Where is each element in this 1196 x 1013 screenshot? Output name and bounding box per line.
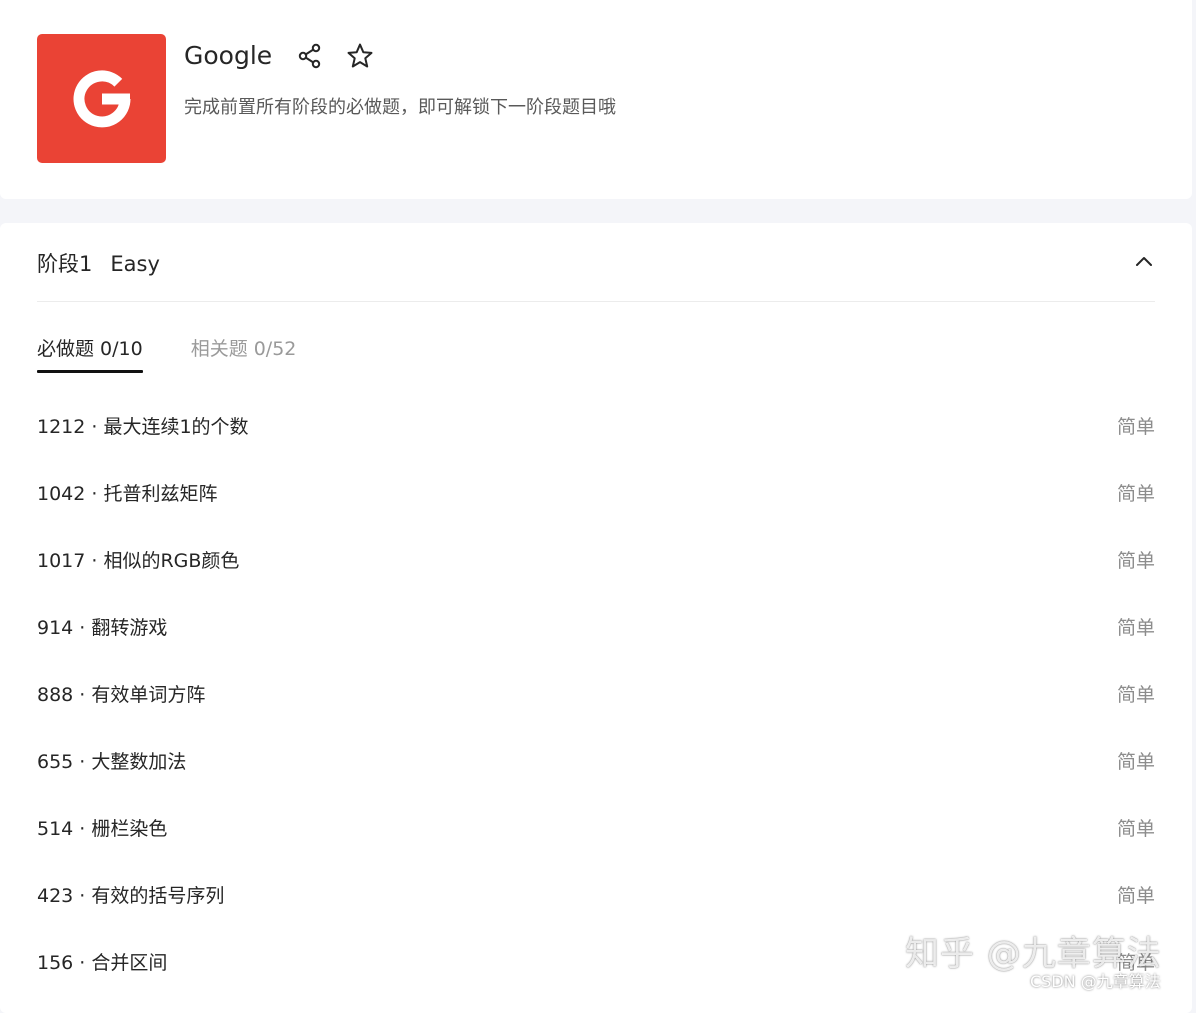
stage-card: 阶段1 Easy 必做题 0/10 相关题 0/52 1212 · 最大连续1的个数 … (0, 223, 1192, 1013)
problem-row[interactable]: 1042 · 托普利兹矩阵 简单 (37, 459, 1155, 526)
csdn-watermark: CSDN @九章算法 (1030, 972, 1161, 991)
tab-label: 必做题 (37, 338, 95, 360)
problem-name[interactable]: 1017 · 相似的RGB颜色 (37, 546, 239, 573)
problem-difficulty: 简单 (1116, 818, 1155, 840)
share-icon (298, 43, 321, 69)
company-title: Google (184, 41, 273, 70)
problem-difficulty: 简单 (1116, 550, 1155, 572)
problem-difficulty: 简单 (1116, 751, 1155, 773)
problem-row[interactable]: 423 · 有效的括号序列 简单 (37, 861, 1155, 928)
company-subtitle: 完成前置所有阶段的必做题，即可解锁下一阶段题目哦 (184, 97, 616, 118)
company-header-card: Google 完成前置所有阶段的必做题，即可解锁下一阶段题目哦 (0, 0, 1192, 199)
stage-title: 阶段1 Easy (37, 247, 160, 281)
tab-required[interactable]: 必做题 0/10 (37, 335, 143, 373)
problem-row[interactable]: 655 · 大整数加法 简单 (37, 727, 1155, 794)
problem-row[interactable]: 1212 · 最大连续1的个数 简单 (37, 392, 1155, 459)
problem-difficulty: 简单 (1116, 416, 1155, 438)
stage-level: Easy (110, 252, 160, 276)
tab-related[interactable]: 相关题 0/52 (191, 335, 297, 373)
tab-count: 0/10 (100, 338, 143, 360)
problem-difficulty: 简单 (1116, 684, 1155, 706)
problem-difficulty: 简单 (1116, 483, 1155, 505)
tab-count: 0/52 (253, 338, 297, 360)
problem-row[interactable]: 888 · 有效单词方阵 简单 (37, 660, 1155, 727)
tab-label: 相关题 (190, 338, 248, 360)
problem-name[interactable]: 1212 · 最大连续1的个数 (37, 412, 249, 439)
problem-name[interactable]: 423 · 有效的括号序列 (37, 881, 224, 908)
problem-difficulty: 简单 (1116, 617, 1155, 639)
stage-header[interactable]: 阶段1 Easy (37, 223, 1155, 302)
problem-name[interactable]: 888 · 有效单词方阵 (37, 680, 205, 707)
problem-tabs: 必做题 0/10 相关题 0/52 (37, 335, 344, 373)
google-g-icon (73, 69, 130, 127)
collapse-button[interactable] (1133, 251, 1155, 273)
star-icon (347, 43, 373, 68)
problem-name[interactable]: 156 · 合并区间 (37, 948, 167, 975)
problem-name[interactable]: 514 · 栅栏染色 (37, 814, 167, 841)
problem-difficulty: 简单 (1116, 885, 1155, 907)
problem-name[interactable]: 914 · 翻转游戏 (37, 613, 167, 640)
problem-row[interactable]: 1017 · 相似的RGB颜色 简单 (37, 526, 1155, 593)
problem-row[interactable]: 514 · 栅栏染色 简单 (37, 794, 1155, 861)
problem-row[interactable]: 914 · 翻转游戏 简单 (37, 593, 1155, 660)
chevron-up-icon (1136, 257, 1152, 266)
stage-name: 阶段1 (37, 252, 93, 276)
problem-name[interactable]: 655 · 大整数加法 (37, 747, 186, 774)
google-logo (37, 34, 166, 163)
favorite-button[interactable] (346, 42, 374, 70)
problem-list: 1212 · 最大连续1的个数 简单 1042 · 托普利兹矩阵 简单 1017… (37, 392, 1155, 995)
share-button[interactable] (296, 42, 324, 70)
problem-name[interactable]: 1042 · 托普利兹矩阵 (37, 479, 217, 506)
